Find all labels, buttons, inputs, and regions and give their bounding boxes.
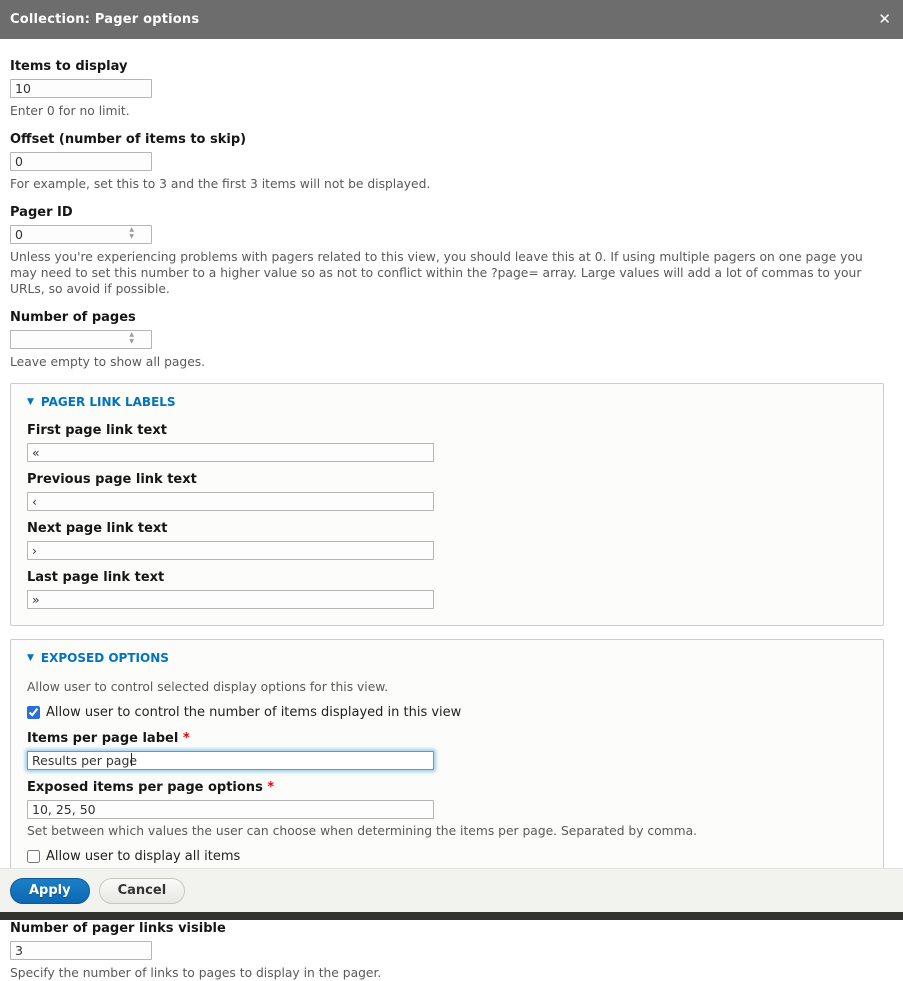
text-caret [131,753,132,766]
cancel-button[interactable]: Cancel [99,878,186,904]
display-all-checkbox-label: Allow user to display all items [46,849,240,864]
previous-page-link-input[interactable] [27,492,434,511]
pager-id-description: Unless you're experiencing problems with… [10,249,890,297]
next-page-link-input[interactable] [27,541,434,560]
items-to-display-label: Items to display [10,59,893,74]
field-first-page-link-text: First page link text [27,423,867,462]
number-of-pages-description: Leave empty to show all pages. [10,354,890,370]
required-marker: * [267,780,274,795]
exposed-items-options-description: Set between which values the user can ch… [27,823,867,839]
apply-button[interactable]: Apply [10,878,90,904]
pager-links-visible-description: Specify the number of links to pages to … [10,965,890,981]
control-items-checkbox-label: Allow user to control the number of item… [46,705,461,720]
next-page-link-label: Next page link text [27,521,867,536]
pager-links-visible-input[interactable] [10,941,152,960]
spinner-up-icon[interactable]: ▲ [129,226,134,233]
collapse-triangle-icon: ▼ [27,398,34,407]
offset-description: For example, set this to 3 and the first… [10,176,890,192]
field-pager-id: Pager ID ▲ ▼ Unless you're experiencing … [10,205,893,297]
items-per-page-label-text: Items per page label [27,731,178,746]
first-page-link-input[interactable] [27,443,434,462]
exposed-options-description: Allow user to control selected display o… [27,679,867,695]
spinner-down-icon[interactable]: ▼ [129,338,134,345]
field-number-of-pages: Number of pages ▲ ▼ Leave empty to show … [10,310,893,370]
close-icon[interactable]: ✕ [878,12,891,27]
exposed-items-options-label: Exposed items per page options * [27,780,867,795]
last-page-link-input[interactable] [27,590,434,609]
collapse-triangle-icon: ▼ [27,654,34,663]
spinner-down-icon[interactable]: ▼ [129,233,134,240]
exposed-options-legend[interactable]: ▼ EXPOSED OPTIONS [27,651,867,665]
field-items-to-display: Items to display Enter 0 for no limit. [10,59,893,119]
control-items-checkbox[interactable] [27,706,40,719]
field-offset: Offset (number of items to skip) For exa… [10,132,893,192]
pager-links-visible-label: Number of pager links visible [10,921,893,936]
items-per-page-label-label: Items per page label * [27,731,867,746]
items-per-page-label-input[interactable] [27,751,434,770]
first-page-link-label: First page link text [27,423,867,438]
field-previous-page-link-text: Previous page link text [27,472,867,511]
field-last-page-link-text: Last page link text [27,570,867,609]
exposed-items-options-label-text: Exposed items per page options [27,780,263,795]
exposed-options-legend-text: EXPOSED OPTIONS [41,651,169,665]
modal-header: Collection: Pager options ✕ [0,0,903,39]
display-all-checkbox-row: Allow user to display all items [27,849,867,864]
spinner-up-icon[interactable]: ▲ [129,331,134,338]
pager-link-labels-legend-text: PAGER LINK LABELS [41,395,176,409]
number-spinner-icon[interactable]: ▲ ▼ [129,331,134,345]
previous-page-link-label: Previous page link text [27,472,867,487]
offset-input[interactable] [10,152,152,171]
field-exposed-items-per-page-options: Exposed items per page options * Set bet… [27,780,867,839]
offset-label: Offset (number of items to skip) [10,132,893,147]
display-all-checkbox[interactable] [27,850,40,863]
last-page-link-label: Last page link text [27,570,867,585]
page-background-strip [0,912,903,920]
number-spinner-icon[interactable]: ▲ ▼ [129,226,134,240]
control-items-checkbox-row: Allow user to control the number of item… [27,705,867,720]
number-of-pages-label: Number of pages [10,310,893,325]
field-pager-links-visible: Number of pager links visible Specify th… [10,921,893,981]
field-next-page-link-text: Next page link text [27,521,867,560]
items-to-display-input[interactable] [10,79,152,98]
items-to-display-description: Enter 0 for no limit. [10,103,890,119]
modal-title: Collection: Pager options [10,12,199,27]
required-marker: * [183,731,190,746]
field-items-per-page-label: Items per page label * [27,731,867,770]
modal-body: Items to display Enter 0 for no limit. O… [0,39,903,981]
pager-link-labels-legend[interactable]: ▼ PAGER LINK LABELS [27,395,867,409]
pager-id-label: Pager ID [10,205,893,220]
exposed-items-options-input[interactable] [27,800,434,819]
button-pane: Apply Cancel [0,868,903,912]
fieldset-pager-link-labels: ▼ PAGER LINK LABELS First page link text… [10,383,884,626]
